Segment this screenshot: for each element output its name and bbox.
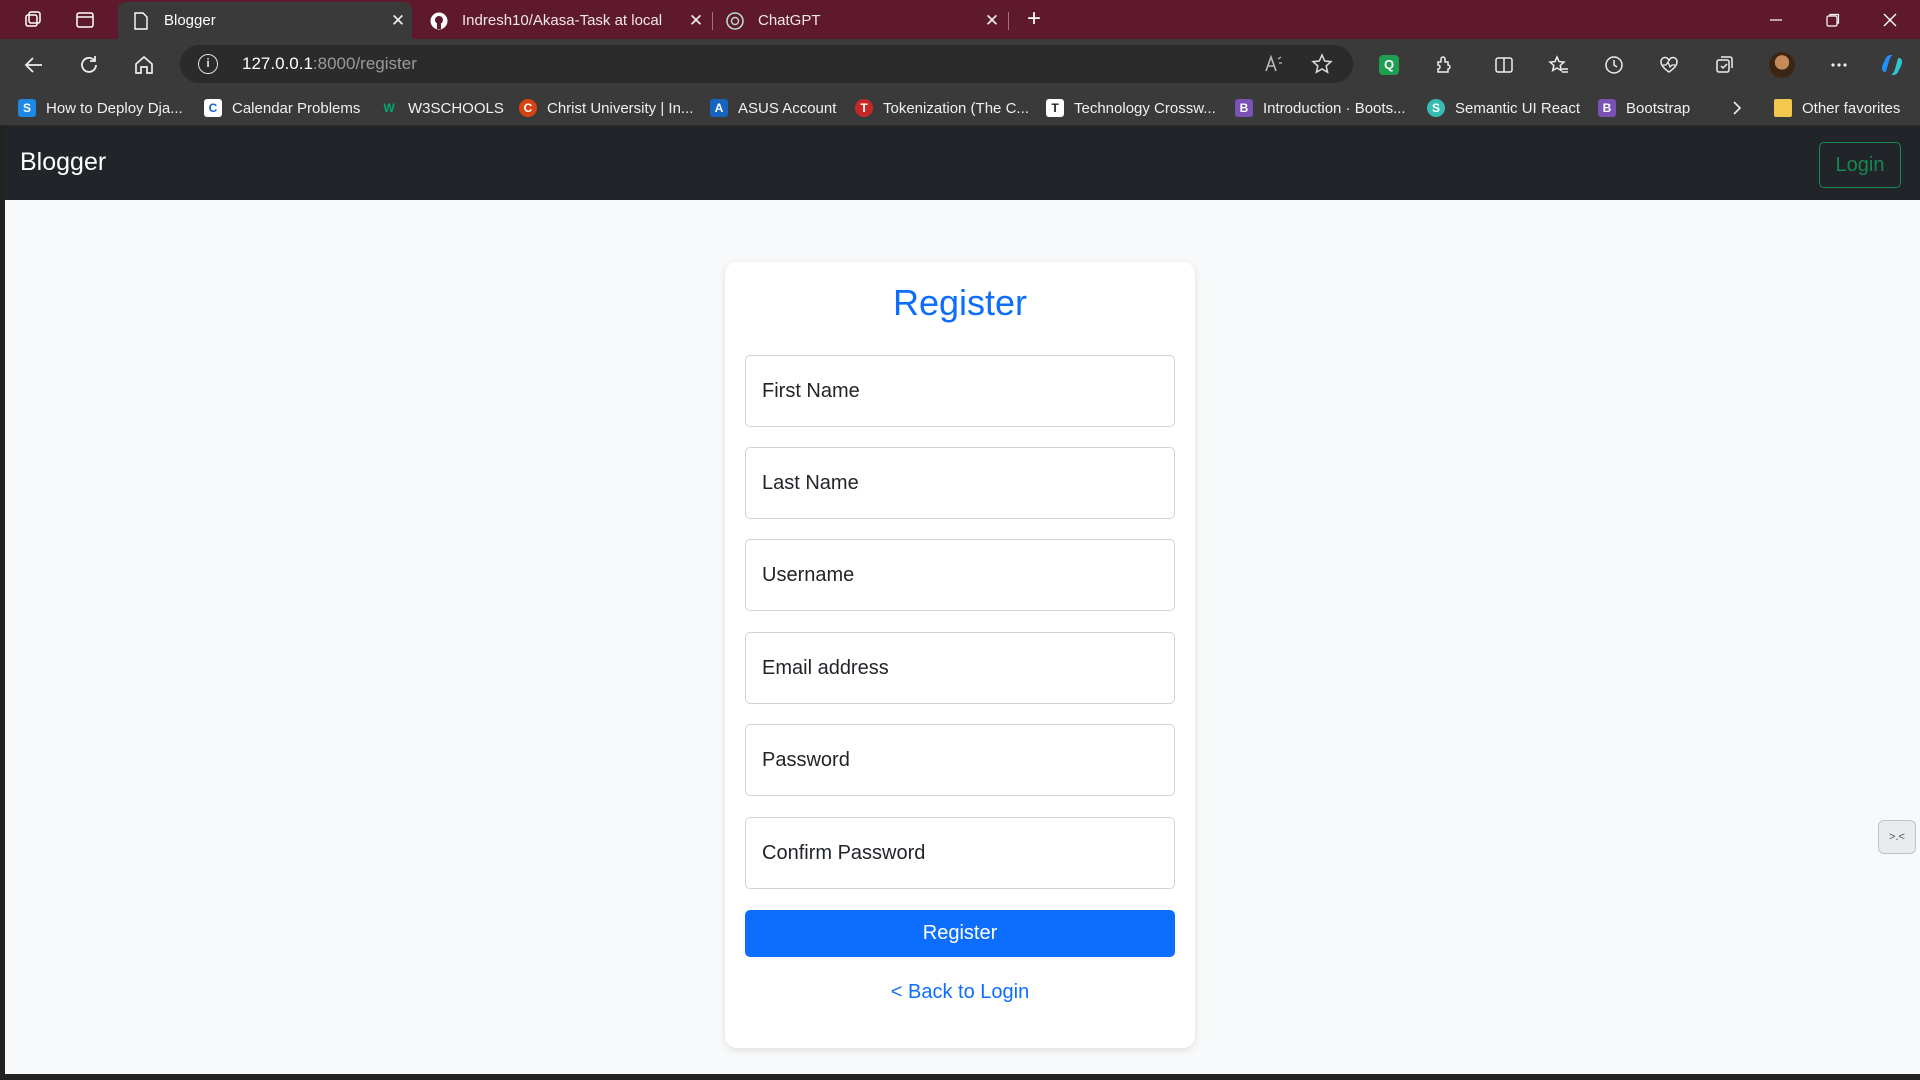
last-name-field[interactable] [745,447,1175,519]
history-icon[interactable] [1600,51,1628,79]
email-input[interactable] [746,633,1174,703]
other-favorites[interactable]: Other favorites [1774,98,1900,118]
copilot-icon[interactable] [1878,51,1906,79]
favorite-star-icon[interactable] [1308,50,1336,78]
password-input[interactable] [746,725,1174,795]
bookmark-item[interactable]: S Semantic UI React [1427,98,1580,118]
tab-title: ChatGPT [758,12,821,29]
restore-icon[interactable] [1805,0,1861,39]
site-navbar: Blogger Login [5,126,1920,200]
tokenization-icon: T [855,99,873,117]
bookmark-item[interactable]: B Introduction · Boots... [1235,98,1406,118]
chatgpt-icon [726,11,744,30]
tab-title: Indresh10/Akasa-Task at local [462,12,663,29]
w3schools-icon: W [383,101,395,115]
bootstrap-icon: B [1598,99,1616,117]
tab-separator [1008,12,1009,30]
minimize-icon[interactable] [1748,0,1804,39]
tab-blogger[interactable]: Blogger ✕ [118,2,412,39]
read-aloud-icon[interactable] [1260,50,1288,78]
first-name-field[interactable] [745,355,1175,427]
window-bottom-border [0,1074,1920,1080]
close-window-icon[interactable] [1862,0,1918,39]
bookmark-item[interactable]: A ASUS Account [710,98,836,118]
tab-title: Blogger [164,12,216,29]
bookmark-item[interactable]: T Technology Crossw... [1046,98,1216,118]
page-icon [132,11,150,30]
bookmark-item[interactable]: W W3SCHOOLS [380,98,504,118]
register-card: Register Register < Back to Login [725,262,1195,1048]
refresh-icon[interactable] [75,51,103,79]
first-name-input[interactable] [746,356,1174,426]
confirm-password-field[interactable] [745,817,1175,889]
new-tab-button[interactable]: + [1020,6,1048,34]
semantic-ui-icon: S [1427,99,1445,117]
split-screen-icon[interactable] [1490,51,1518,79]
avatar[interactable] [1768,51,1796,79]
home-icon[interactable] [130,51,158,79]
browser-toolbar: i 127.0.0.1:8000/register Q [0,39,1920,89]
login-button[interactable]: Login [1819,142,1901,188]
asus-icon: A [710,99,728,117]
health-icon[interactable] [1655,51,1683,79]
crossword-icon: T [1046,99,1064,117]
username-input[interactable] [746,540,1174,610]
extensions-icon[interactable] [1430,51,1458,79]
bootstrap-icon: B [1235,99,1253,117]
browser-tab-bar: Blogger ✕ Indresh10/Akasa-Task at local … [0,0,1920,39]
bookmark-item[interactable]: C Calendar Problems [204,98,360,118]
site-info-icon[interactable]: i [198,54,218,74]
password-field[interactable] [745,724,1175,796]
back-icon[interactable] [20,51,48,79]
extension-q-icon[interactable]: Q [1375,51,1403,79]
tab-chatgpt[interactable]: ChatGPT ✕ [712,2,1006,39]
bookmark-item[interactable]: S How to Deploy Dja... [18,98,183,118]
close-tab-icon[interactable]: ✕ [978,11,1006,31]
close-tab-icon[interactable]: ✕ [384,11,412,31]
bookmark-item[interactable]: T Tokenization (The C... [855,98,1029,118]
github-icon [430,12,448,30]
back-to-login-link[interactable]: < Back to Login [725,981,1195,1004]
devtools-widget-icon[interactable]: >.< [1878,820,1916,854]
username-field[interactable] [745,539,1175,611]
calendar-icon: C [204,99,222,117]
site-brand[interactable]: Blogger [20,148,106,177]
window-border [0,126,5,1080]
chevron-right-icon[interactable] [1730,98,1744,118]
favorites-icon[interactable] [1545,51,1573,79]
url-text[interactable]: 127.0.0.1:8000/register [242,54,417,74]
stackoverflow-icon: S [18,99,36,117]
bookmarks-bar: S How to Deploy Dja... C Calendar Proble… [0,89,1920,126]
confirm-password-input[interactable] [746,818,1174,888]
bookmark-item[interactable]: C Christ University | In... [519,98,693,118]
bookmark-item[interactable]: B Bootstrap [1598,98,1690,118]
folder-icon [1774,99,1792,117]
register-button[interactable]: Register [745,910,1175,957]
last-name-input[interactable] [746,448,1174,518]
page-title: Register [892,282,1028,323]
collections-icon[interactable] [1710,51,1738,79]
tab-actions-icon[interactable] [72,7,98,33]
address-bar[interactable]: i 127.0.0.1:8000/register [180,45,1353,83]
tab-github[interactable]: Indresh10/Akasa-Task at local ✕ [416,2,710,39]
more-menu-icon[interactable] [1825,51,1853,79]
workspaces-icon[interactable] [20,7,46,33]
christ-university-icon: C [519,99,537,117]
close-tab-icon[interactable]: ✕ [682,11,710,31]
email-field[interactable] [745,632,1175,704]
